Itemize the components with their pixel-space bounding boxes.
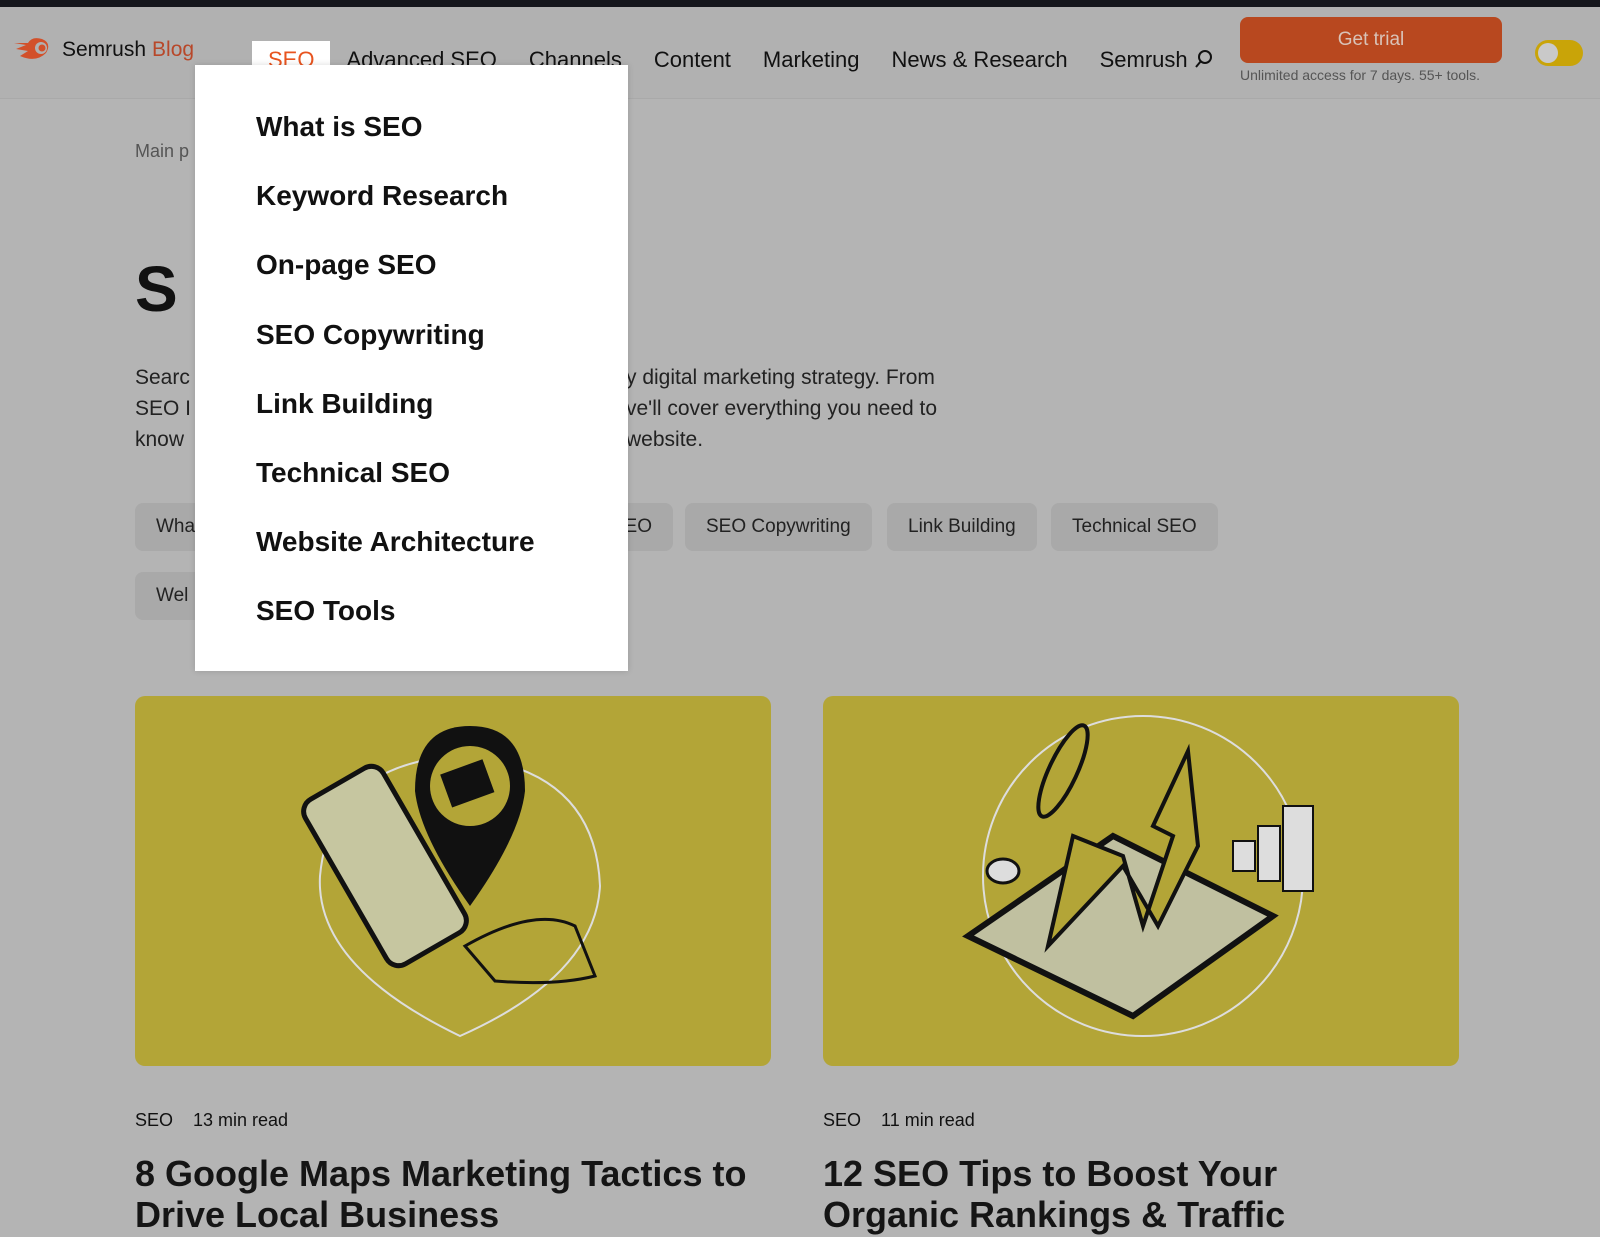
article-image-2[interactable] bbox=[823, 696, 1459, 1066]
tag-technical-seo[interactable]: Technical SEO bbox=[1051, 503, 1218, 551]
read-time: 13 min read bbox=[193, 1110, 289, 1130]
menu-item-technical-seo[interactable]: Technical SEO bbox=[256, 457, 450, 489]
menu-item-website-architecture[interactable]: Website Architecture bbox=[256, 526, 535, 558]
menu-item-what-is-seo[interactable]: What is SEO bbox=[256, 111, 422, 143]
get-trial-button[interactable]: Get trial bbox=[1240, 17, 1502, 63]
browser-top-bar bbox=[0, 0, 1600, 7]
intro-line: website. bbox=[626, 428, 704, 451]
breadcrumb[interactable]: Main p bbox=[135, 141, 189, 162]
intro-left: Searc SEO I know bbox=[135, 362, 191, 455]
nav-semrush-label: Semrush bbox=[1099, 47, 1188, 72]
growth-chart-illustration bbox=[962, 715, 1314, 1037]
nav-marketing[interactable]: Marketing bbox=[747, 41, 876, 83]
nav-content[interactable]: Content bbox=[638, 41, 747, 83]
menu-item-seo-tools[interactable]: SEO Tools bbox=[256, 595, 396, 627]
tag-link-building[interactable]: Link Building bbox=[887, 503, 1037, 551]
article-category[interactable]: SEO bbox=[135, 1110, 173, 1130]
read-time: 11 min read bbox=[881, 1110, 975, 1130]
search-icon[interactable] bbox=[1194, 49, 1214, 69]
article-category[interactable]: SEO bbox=[823, 1110, 861, 1130]
nav-news-research[interactable]: News & Research bbox=[876, 41, 1084, 83]
logo[interactable]: Semrush Blog bbox=[12, 37, 194, 63]
logo-suffix: Blog bbox=[152, 38, 195, 61]
map-pin-phone-illustration bbox=[301, 726, 602, 1038]
trial-subtext: Unlimited access for 7 days. 55+ tools. bbox=[1240, 67, 1481, 83]
intro-line: y digital marketing strategy. From bbox=[626, 366, 935, 389]
logo-brand: Semrush bbox=[62, 38, 147, 61]
article-meta-2: SEO 11 min read bbox=[823, 1110, 975, 1131]
menu-item-keyword-research[interactable]: Keyword Research bbox=[256, 180, 508, 212]
article-title-1[interactable]: 8 Google Maps Marketing Tactics to Drive… bbox=[135, 1153, 775, 1235]
intro-line: Searc bbox=[135, 366, 190, 389]
menu-item-on-page-seo[interactable]: On-page SEO bbox=[256, 249, 436, 281]
nav-semrush[interactable]: Semrush bbox=[1084, 41, 1230, 83]
semrush-logo-icon bbox=[14, 38, 49, 59]
menu-item-seo-copywriting[interactable]: SEO Copywriting bbox=[256, 319, 485, 351]
intro-line: know bbox=[135, 428, 185, 451]
tag-seo-copywriting[interactable]: SEO Copywriting bbox=[685, 503, 872, 551]
page-title: S bbox=[135, 253, 178, 325]
intro-line: SEO I bbox=[135, 397, 192, 420]
article-image-1[interactable] bbox=[135, 696, 771, 1066]
article-meta-1: SEO 13 min read bbox=[135, 1110, 288, 1131]
intro-line: ve'll cover everything you need to bbox=[626, 397, 938, 420]
seo-dropdown-menu: What is SEO Keyword Research On-page SEO… bbox=[195, 65, 628, 671]
intro-right: y digital marketing strategy. From ve'll… bbox=[626, 362, 937, 455]
theme-toggle[interactable] bbox=[1535, 40, 1583, 66]
menu-item-link-building[interactable]: Link Building bbox=[256, 388, 433, 420]
article-title-2[interactable]: 12 SEO Tips to Boost Your Organic Rankin… bbox=[823, 1153, 1423, 1235]
